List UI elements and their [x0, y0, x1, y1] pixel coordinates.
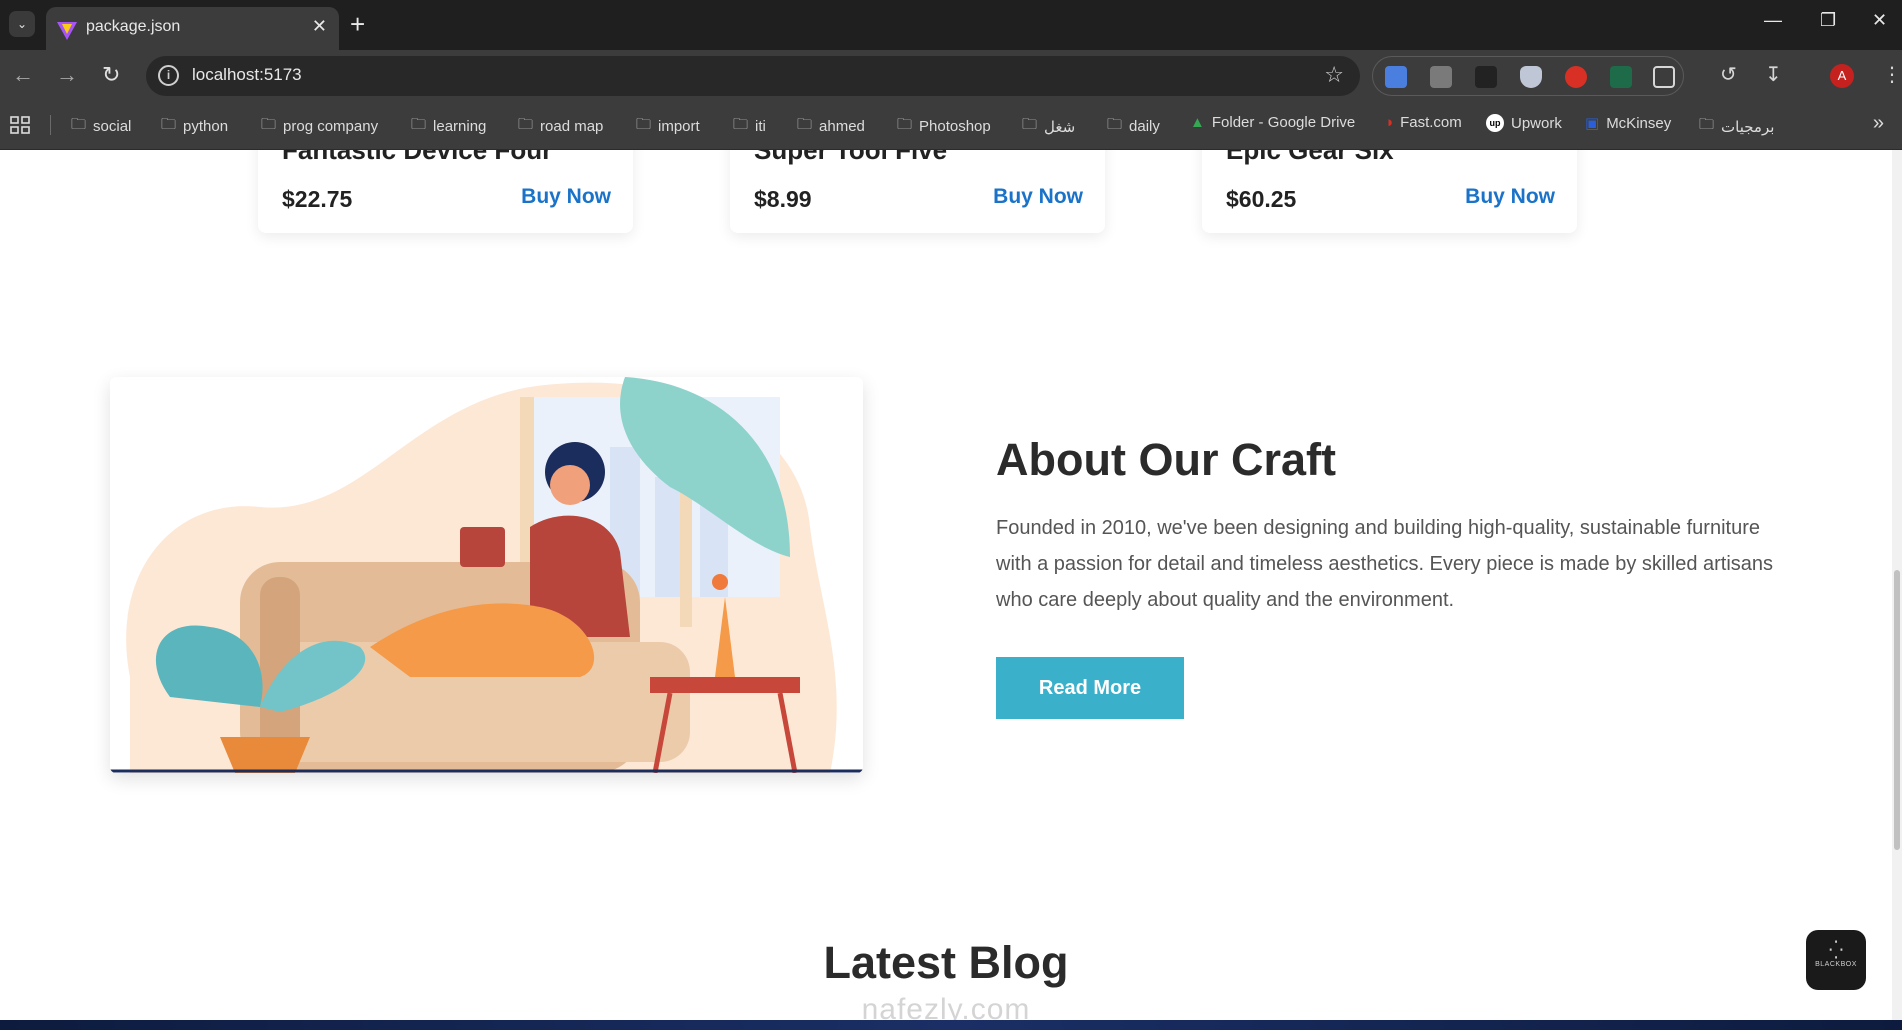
- page-scrollbar[interactable]: [1892, 150, 1902, 1020]
- tab-bar: ⌄ package.json ✕ + — ❐ ✕: [0, 0, 1902, 50]
- product-price: $22.75: [282, 186, 353, 212]
- blog-section-title: Latest Blog: [823, 937, 1069, 988]
- product-price: $8.99: [754, 186, 812, 212]
- google-translate-icon[interactable]: [1385, 66, 1407, 88]
- read-more-button[interactable]: Read More: [996, 657, 1184, 719]
- extension-icon[interactable]: [1475, 66, 1497, 88]
- buy-now-button[interactable]: Buy Now: [1465, 185, 1555, 209]
- os-taskbar: [0, 1020, 1902, 1030]
- fast-icon: ◑: [1384, 114, 1394, 131]
- folder-icon: 🗀: [636, 116, 652, 133]
- folder-icon: 🗀: [518, 116, 534, 133]
- watermark: nafezly.com: [861, 993, 1031, 1020]
- bookmark-item[interactable]: 🗀 برمجيات: [1699, 114, 1774, 139]
- extension-icon[interactable]: [1610, 66, 1632, 88]
- folder-icon: 🗀: [71, 116, 87, 133]
- extension-icon[interactable]: [1430, 66, 1452, 88]
- bookmark-item[interactable]: up Upwork: [1486, 114, 1562, 132]
- blackbox-chat-widget[interactable]: ⁛ BLACKBOX: [1806, 930, 1866, 990]
- new-tab-icon[interactable]: +: [350, 9, 365, 39]
- bookmark-item[interactable]: 🗀 python: [161, 114, 228, 139]
- chat-widget-label: BLACKBOX: [1815, 961, 1857, 968]
- forward-icon[interactable]: →: [56, 62, 78, 88]
- about-title: About Our Craft: [996, 434, 1336, 485]
- active-tab[interactable]: package.json ✕: [46, 7, 339, 50]
- tab-search-icon[interactable]: ⌄: [9, 11, 35, 37]
- menu-icon[interactable]: ⋮: [1882, 62, 1902, 87]
- url-text[interactable]: localhost:5173: [192, 65, 302, 85]
- mckinsey-icon: ▣: [1585, 115, 1600, 132]
- bookmark-item[interactable]: 🗀 import: [636, 114, 700, 139]
- bookmark-item[interactable]: 🗀 iti: [733, 114, 766, 139]
- about-description: Founded in 2010, we've been designing an…: [996, 517, 1774, 611]
- adblock-icon[interactable]: [1565, 66, 1587, 88]
- vite-favicon-icon: [57, 22, 77, 40]
- bookmark-item[interactable]: 🗀 learning: [411, 114, 486, 139]
- buy-now-button[interactable]: Buy Now: [993, 185, 1083, 209]
- product-price: $60.25: [1226, 186, 1297, 212]
- close-window-icon[interactable]: ✕: [1872, 10, 1887, 31]
- download-icon[interactable]: ↧: [1765, 62, 1782, 87]
- woman-on-sofa-illustration: [110, 377, 863, 773]
- folder-icon: 🗀: [733, 116, 749, 133]
- minimize-icon[interactable]: —: [1764, 10, 1782, 31]
- browser-toolbar: ← → ↻ i localhost:5173 ☆ ↺ ↧ A ⋮: [0, 50, 1902, 100]
- bookmarks-divider: [50, 115, 51, 135]
- folder-icon: 🗀: [261, 116, 277, 133]
- folder-icon: 🗀: [1699, 116, 1715, 133]
- folder-icon: 🗀: [161, 116, 177, 133]
- restore-icon[interactable]: ❐: [1820, 10, 1836, 31]
- history-icon[interactable]: ↺: [1720, 62, 1737, 87]
- reload-icon[interactable]: ↻: [102, 62, 120, 88]
- bookmarks-bar: 🗀 social 🗀 python 🗀 prog company 🗀 learning …: [0, 100, 1902, 150]
- page-viewport: Fantastic Device Four $22.75 Buy Now Sup…: [0, 150, 1902, 1020]
- site-info-icon[interactable]: i: [158, 65, 179, 86]
- about-illustration: [110, 377, 863, 773]
- bookmark-item[interactable]: ▲ Folder - Google Drive: [1190, 114, 1355, 131]
- bookmark-item[interactable]: 🗀 prog company: [261, 114, 378, 139]
- google-drive-icon: ▲: [1190, 114, 1205, 131]
- extensions-group: [1372, 56, 1684, 96]
- shield-icon[interactable]: [1520, 66, 1542, 88]
- upwork-icon: up: [1486, 114, 1504, 132]
- more-bookmarks-icon[interactable]: »: [1873, 112, 1884, 135]
- product-card: Super Tool Five $8.99 Buy Now: [730, 150, 1105, 233]
- bookmark-item[interactable]: ◑ Fast.com: [1384, 114, 1462, 131]
- bookmark-star-icon[interactable]: ☆: [1324, 62, 1344, 88]
- close-tab-icon[interactable]: ✕: [312, 16, 327, 37]
- bookmark-item[interactable]: ▣ McKinsey: [1585, 114, 1671, 133]
- tab-title: package.json: [86, 18, 181, 35]
- product-card: Fantastic Device Four $22.75 Buy Now: [258, 150, 633, 233]
- buy-now-button[interactable]: Buy Now: [521, 185, 611, 209]
- scrollbar-thumb[interactable]: [1894, 570, 1900, 850]
- product-card: Epic Gear Six $60.25 Buy Now: [1202, 150, 1577, 233]
- bookmark-item[interactable]: 🗀 ahmed: [797, 114, 865, 139]
- profile-avatar[interactable]: A: [1830, 64, 1854, 88]
- back-icon[interactable]: ←: [12, 62, 34, 88]
- bookmark-item[interactable]: 🗀 شغل: [1022, 114, 1075, 139]
- bookmark-item[interactable]: 🗀 road map: [518, 114, 603, 139]
- folder-icon: 🗀: [797, 116, 813, 133]
- product-name: Super Tool Five: [754, 150, 948, 165]
- product-name: Fantastic Device Four: [282, 150, 553, 165]
- puzzle-icon[interactable]: [1653, 66, 1675, 88]
- folder-icon: 🗀: [1022, 116, 1038, 133]
- folder-icon: 🗀: [1107, 116, 1123, 133]
- bookmark-item[interactable]: 🗀 social: [71, 114, 131, 139]
- folder-icon: 🗀: [411, 116, 427, 133]
- bookmark-item[interactable]: 🗀 Photoshop: [897, 114, 991, 139]
- bookmark-item[interactable]: 🗀 daily: [1107, 114, 1160, 139]
- blackbox-logo-icon: ⁛: [1828, 940, 1844, 960]
- folder-icon: 🗀: [897, 116, 913, 133]
- product-name: Epic Gear Six: [1226, 150, 1394, 165]
- apps-grid-icon[interactable]: [10, 116, 30, 134]
- address-bar[interactable]: i localhost:5173 ☆: [146, 56, 1360, 96]
